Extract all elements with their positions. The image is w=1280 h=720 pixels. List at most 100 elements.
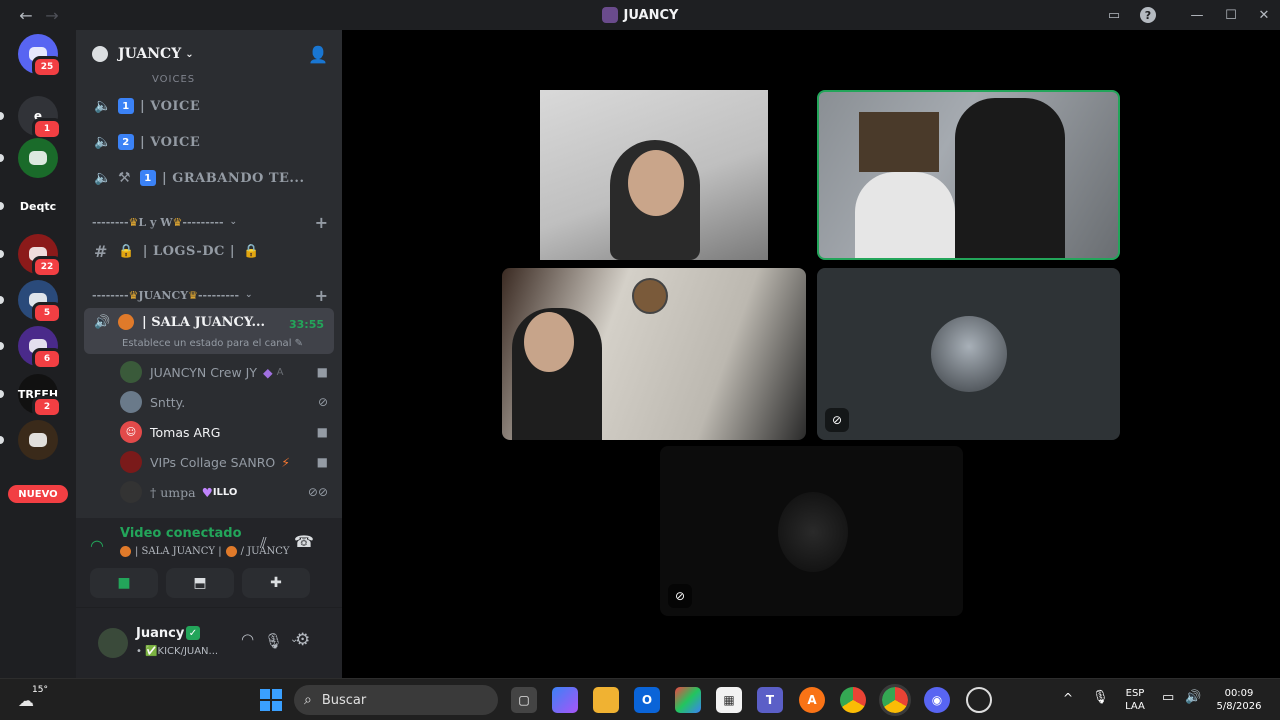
member-name: Tomas ARG xyxy=(150,424,221,440)
basketball-icon xyxy=(225,546,237,557)
voice-connection-panel: ◠ Video conectado | SALA JUANCY | / JUAN… xyxy=(76,518,342,608)
chevron-down-icon[interactable]: ⌄ xyxy=(268,634,276,645)
clock-app-icon[interactable] xyxy=(966,687,992,713)
volume-icon[interactable]: 🔊 xyxy=(1185,690,1201,705)
unread-badge: 25 xyxy=(32,56,62,78)
activities-button[interactable]: ✚ xyxy=(242,568,310,598)
clock[interactable]: 00:09 5/8/2026 xyxy=(1212,687,1266,713)
video-tile-3[interactable] xyxy=(502,268,806,440)
chevron-up-icon[interactable]: ^ xyxy=(1063,691,1073,705)
back-arrow-icon[interactable]: ← xyxy=(15,4,37,26)
voice-status[interactable]: Video conectado xyxy=(120,526,242,541)
new-badge[interactable]: NUEVO xyxy=(8,485,68,503)
server-icon[interactable] xyxy=(18,138,58,178)
chrome-active-icon[interactable] xyxy=(879,684,911,716)
server-icon[interactable]: TREEH 2 xyxy=(18,374,62,418)
clock-time: 00:09 xyxy=(1224,688,1254,699)
server-icon[interactable]: 25 xyxy=(18,34,62,78)
window-frame xyxy=(859,112,939,172)
member-vips[interactable]: VIPs Collage SANRO ⚡ ■ xyxy=(120,449,332,475)
discord-icon[interactable]: ◉ xyxy=(924,687,950,713)
diamond-icon: ◆ xyxy=(263,364,273,380)
keycap-icon: 1 xyxy=(140,170,156,186)
disconnect-icon[interactable]: ☎ xyxy=(294,532,314,551)
add-channel-icon[interactable]: + xyxy=(315,213,328,232)
participant-face xyxy=(524,312,574,372)
server-icon[interactable]: 5 xyxy=(18,280,62,324)
outlook-icon[interactable]: O xyxy=(634,687,660,713)
member-name: Sntty. xyxy=(150,394,186,410)
unread-badge: 22 xyxy=(32,256,62,278)
member-umpa[interactable]: † umpa ♥ ILLO ⊘⊘ xyxy=(120,479,332,505)
file-explorer-icon[interactable] xyxy=(593,687,619,713)
video-tile-5-dark[interactable]: ⊘ xyxy=(660,446,963,616)
check-icon: ✓ xyxy=(186,626,200,640)
chrome-icon[interactable] xyxy=(840,687,866,713)
elgheto-server-icon xyxy=(29,151,47,165)
voice-channel-name[interactable]: | SALA JUANCY | xyxy=(135,546,222,557)
signal-icon: ◠ xyxy=(90,536,104,555)
avatar xyxy=(120,451,142,473)
start-button[interactable] xyxy=(258,687,284,713)
member-juancyn[interactable]: JUANCYN Crew JY ◆ A ■ xyxy=(120,359,332,385)
screen-share-button[interactable]: ⬒ xyxy=(166,568,234,598)
unread-badge: 6 xyxy=(32,348,62,370)
video-icon: ■ xyxy=(316,425,328,439)
help-icon[interactable]: ? xyxy=(1138,0,1158,30)
camera-button[interactable]: ■ xyxy=(90,568,158,598)
server-icon[interactable]: e1 xyxy=(18,96,62,140)
category-divider: -------- xyxy=(92,215,129,229)
gear-icon[interactable]: ⚙ xyxy=(295,630,310,650)
pencil-icon[interactable]: ✎ xyxy=(295,338,303,349)
guild-header[interactable]: JUANCY ⌄ 👤 xyxy=(76,30,342,78)
category-lyw[interactable]: -------- ♛ L y W ♛ --------- ⌄ + xyxy=(92,213,328,232)
taskbar-search[interactable]: ⌕ Buscar xyxy=(294,685,498,715)
camera-icon: ■ xyxy=(117,575,131,591)
task-view-icon[interactable]: ▢ xyxy=(511,687,537,713)
member-name: VIPs Collage SANRO xyxy=(150,454,276,470)
channel-voice-1[interactable]: 🔈 1 | VOICE xyxy=(84,91,334,121)
video-icon: ■ xyxy=(316,455,328,469)
server-icon[interactable]: 6 xyxy=(18,326,62,370)
guild-settings-icon xyxy=(92,46,108,62)
channel-timer: 33:55 xyxy=(288,318,324,331)
avatar[interactable] xyxy=(98,628,128,658)
maximize-button[interactable]: ☐ xyxy=(1214,0,1248,30)
member-tag: A xyxy=(276,366,284,378)
active-voice-channel[interactable]: 🔊 | SALA JUANCY... 33:55 Establece un es… xyxy=(84,308,334,354)
video-tile-2-speaking[interactable] xyxy=(817,90,1120,260)
audio-tile-4[interactable]: ⊘ xyxy=(817,268,1120,440)
temperature: 15° xyxy=(32,685,48,695)
member-sntty[interactable]: Sntty. ⊘ xyxy=(120,389,332,415)
copilot-icon[interactable] xyxy=(552,687,578,713)
channel-logs-dc[interactable]: # 🔒 | LOGS-DC | 🔒 xyxy=(84,236,334,266)
server-icon[interactable] xyxy=(18,420,58,460)
minimize-button[interactable]: — xyxy=(1180,0,1214,30)
server-icon[interactable]: 22 xyxy=(18,234,62,278)
forward-arrow-icon[interactable]: → xyxy=(41,4,63,26)
channel-status-prompt[interactable]: Establece un estado para el canal xyxy=(122,338,291,349)
network-icon[interactable]: ▭ xyxy=(1162,690,1174,705)
microsoft365-icon[interactable] xyxy=(675,687,701,713)
headphones-icon[interactable]: ◠ xyxy=(241,630,254,648)
chevron-down-icon: ⌄ xyxy=(245,290,253,300)
add-channel-icon[interactable]: + xyxy=(315,286,328,305)
teams-icon[interactable]: T xyxy=(757,687,783,713)
keycap-icon: 1 xyxy=(118,98,134,114)
channel-grabando[interactable]: 🔈 ⚒ 1 | GRABANDO TE... xyxy=(84,163,334,193)
member-tomas[interactable]: ☺ Tomas ARG ■ xyxy=(120,419,332,445)
video-tile-1[interactable] xyxy=(540,90,768,260)
channel-voice-2[interactable]: 🔈 2 | VOICE xyxy=(84,127,334,157)
language-indicator[interactable]: ESP LAA xyxy=(1122,687,1148,713)
microphone-icon[interactable]: 🎙 xyxy=(1092,690,1109,705)
inbox-icon[interactable]: ▭ xyxy=(1104,0,1124,30)
noise-suppression-icon[interactable]: ⫽ xyxy=(260,534,267,552)
invite-icon[interactable]: 👤 xyxy=(308,45,328,64)
server-icon[interactable]: Deqtc xyxy=(18,186,58,226)
avatar xyxy=(120,361,142,383)
store-icon[interactable]: ▦ xyxy=(716,687,742,713)
guild-name: JUANCY xyxy=(118,46,182,62)
category-juancy[interactable]: -------- ♛ JUANCY ♛ --------- ⌄ + xyxy=(92,286,328,305)
close-button[interactable]: ✕ xyxy=(1248,0,1280,30)
avast-icon[interactable]: A xyxy=(799,687,825,713)
